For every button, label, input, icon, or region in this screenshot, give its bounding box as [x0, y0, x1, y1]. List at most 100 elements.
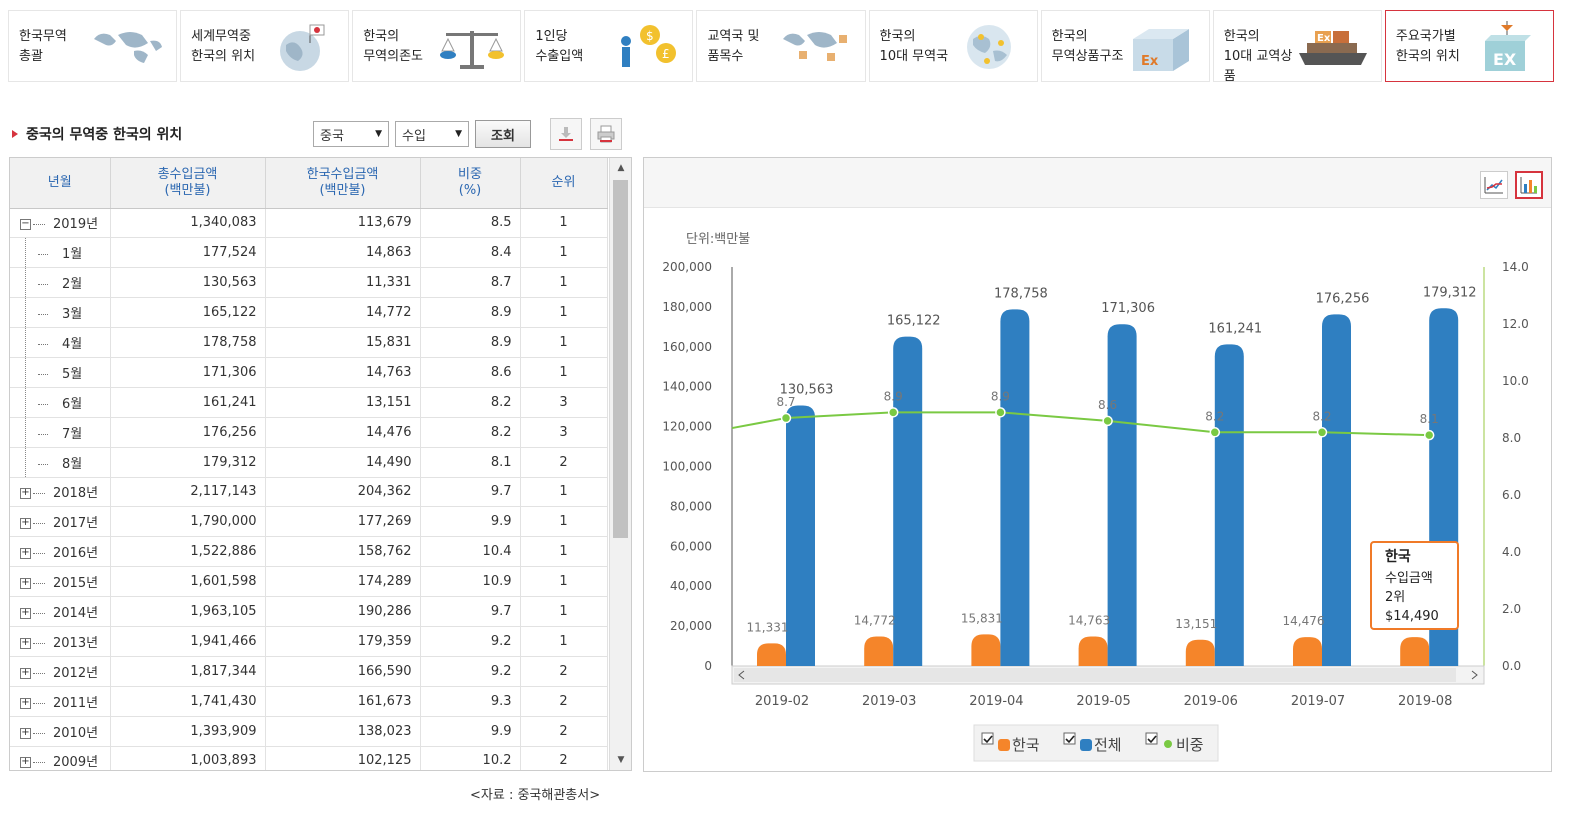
nav-tile-1[interactable]: 한국무역 총괄	[8, 10, 178, 82]
left-axis-tick: 80,000	[670, 499, 712, 513]
total-cell: 1,790,000	[110, 506, 266, 538]
nav-tile-5[interactable]: 교역국 및 품목수	[696, 10, 866, 82]
table-row[interactable]: 4월 178,758 15,831 8.9 1	[10, 327, 608, 358]
line-chart-icon	[1484, 177, 1503, 194]
korea-cell: 204,362	[265, 477, 421, 508]
right-axis-tick: 0.0	[1502, 659, 1521, 673]
table-row[interactable]: +2015년 1,601,598 174,289 10.9 1	[10, 566, 608, 598]
table-row[interactable]: 2월 130,563 11,331 8.7 1	[10, 267, 608, 299]
table-row[interactable]: 3월 165,122 14,772 8.9 1	[10, 297, 608, 329]
period-cell[interactable]: 5월	[10, 357, 111, 388]
table-row[interactable]: +2012년 1,817,344 166,590 9.2 2	[10, 656, 608, 687]
expand-icon[interactable]: +	[20, 518, 31, 530]
bar-chart-button[interactable]	[1515, 171, 1543, 199]
line-chart-button[interactable]	[1480, 171, 1508, 199]
column-header[interactable]: 총수입금액 (백만불)	[110, 158, 266, 209]
table-row[interactable]: 7월 176,256 14,476 8.2 3	[10, 417, 608, 448]
download-button[interactable]	[550, 118, 582, 150]
nav-tile-3[interactable]: 한국의 무역의존도	[352, 10, 522, 82]
column-header[interactable]: 순위	[520, 158, 608, 209]
table-scrollbar[interactable]: ▲ ▼	[609, 158, 631, 770]
period-cell[interactable]: 3월	[10, 297, 111, 329]
print-button[interactable]	[590, 118, 622, 150]
table-row[interactable]: +2014년 1,963,105 190,286 9.7 1	[10, 596, 608, 627]
table-row[interactable]: +2016년 1,522,886 158,762 10.4 1	[10, 536, 608, 568]
expand-icon[interactable]: +	[20, 488, 31, 500]
share-cell: 8.1	[420, 447, 521, 478]
table-row[interactable]: +2010년 1,393,909 138,023 9.9 2	[10, 716, 608, 747]
column-header[interactable]: 년월	[10, 158, 111, 209]
country-select-value: 중국	[320, 128, 344, 144]
tree-connector	[38, 284, 48, 286]
total-cell: 130,563	[110, 267, 266, 299]
scroll-up-icon[interactable]: ▲	[610, 158, 631, 178]
share-cell: 10.2	[420, 746, 521, 770]
search-button[interactable]: 조회	[475, 120, 531, 148]
share-data-label: 8.1	[1420, 412, 1439, 426]
world-map-boxes-icon	[779, 21, 855, 73]
period-cell[interactable]: +2018년	[10, 477, 111, 508]
period-label: 1월	[62, 247, 83, 263]
legend-label: 전체	[1094, 736, 1122, 754]
right-axis-tick: 4.0	[1502, 545, 1521, 559]
period-cell[interactable]: +2014년	[10, 596, 111, 627]
bar-korea	[1293, 637, 1322, 666]
tree-connector	[33, 224, 45, 226]
expand-icon[interactable]: +	[20, 697, 31, 709]
expand-icon[interactable]: +	[20, 548, 31, 560]
table-row[interactable]: 6월 161,241 13,151 8.2 3	[10, 387, 608, 418]
period-cell[interactable]: 4월	[10, 327, 111, 358]
bar-total	[1214, 344, 1244, 666]
period-cell[interactable]: 8월	[10, 447, 111, 478]
period-cell[interactable]: +2013년	[10, 626, 111, 657]
period-cell[interactable]: +2010년	[10, 716, 111, 747]
nav-tile-8[interactable]: 한국의 10대 교역상품 Ex	[1212, 10, 1382, 84]
period-cell[interactable]: 6월	[10, 387, 111, 418]
table-row[interactable]: − 2019년 1,340,083 113,679 8.5 1	[10, 208, 608, 239]
print-icon	[597, 125, 615, 143]
korea-cell: 190,286	[265, 596, 421, 627]
column-header[interactable]: 한국수입금액 (백만불)	[265, 158, 421, 209]
expand-icon[interactable]: +	[20, 578, 31, 590]
column-header[interactable]: 비중 (%)	[420, 158, 521, 209]
period-cell[interactable]: 1월	[10, 237, 111, 269]
table-row[interactable]: +2018년 2,117,143 204,362 9.7 1	[10, 477, 608, 508]
tree-connector	[33, 613, 45, 615]
country-select[interactable]: 중국 ▼	[313, 121, 389, 147]
tree-connector	[38, 373, 48, 375]
period-cell[interactable]: 7월	[10, 417, 111, 448]
flow-select[interactable]: 수입 ▼	[395, 121, 469, 147]
period-cell[interactable]: +2015년	[10, 566, 111, 598]
collapse-icon[interactable]: −	[20, 219, 31, 231]
nav-tile-4[interactable]: 1인당 수출입액 $ £	[524, 10, 694, 82]
period-cell[interactable]: +2009년	[10, 746, 111, 770]
nav-tile-2[interactable]: 세계무역중 한국의 위치	[180, 10, 350, 82]
period-cell[interactable]: +2016년	[10, 536, 111, 568]
table-row[interactable]: +2009년 1,003,893 102,125 10.2 2	[10, 746, 608, 770]
table-row[interactable]: 1월 177,524 14,863 8.4 1	[10, 237, 608, 269]
tree-connector	[33, 553, 45, 555]
period-cell[interactable]: 2월	[10, 267, 111, 299]
table-row[interactable]: 8월 179,312 14,490 8.1 2	[10, 447, 608, 478]
scroll-down-icon[interactable]: ▼	[610, 750, 631, 770]
period-cell[interactable]: +2011년	[10, 686, 111, 717]
expand-icon[interactable]: +	[20, 608, 31, 620]
scroll-thumb[interactable]	[613, 180, 628, 538]
period-cell[interactable]: +2012년	[10, 656, 111, 687]
expand-icon[interactable]: +	[20, 667, 31, 679]
table-row[interactable]: 5월 171,306 14,763 8.6 1	[10, 357, 608, 388]
expand-icon[interactable]: +	[20, 637, 31, 649]
nav-tile-6[interactable]: 한국의 10대 무역국	[868, 10, 1038, 82]
total-cell: 177,524	[110, 237, 266, 269]
nav-tile-7[interactable]: 한국의 무역상품구조 Ex	[1040, 10, 1210, 82]
expand-icon[interactable]: +	[20, 727, 31, 739]
period-cell[interactable]: − 2019년	[10, 208, 111, 239]
nav-tile-9[interactable]: 주요국가별 한국의 위치 EX	[1384, 10, 1554, 82]
table-row[interactable]: +2013년 1,941,466 179,359 9.2 1	[10, 626, 608, 657]
period-cell[interactable]: +2017년	[10, 506, 111, 538]
table-row[interactable]: +2011년 1,741,430 161,673 9.3 2	[10, 686, 608, 717]
share-cell: 8.9	[420, 327, 521, 358]
table-row[interactable]: +2017년 1,790,000 177,269 9.9 1	[10, 506, 608, 538]
rank-cell: 1	[520, 477, 608, 508]
expand-icon[interactable]: +	[20, 757, 31, 769]
